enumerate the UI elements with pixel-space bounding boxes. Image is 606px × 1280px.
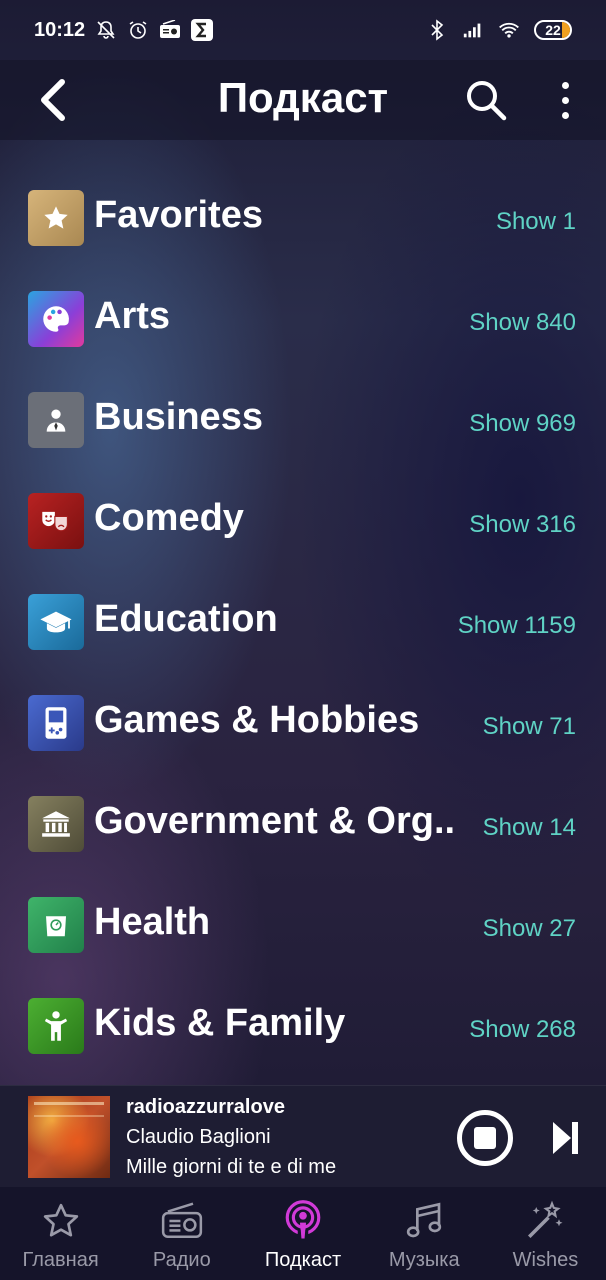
- more-dot-icon: [561, 111, 569, 119]
- category-label: Business: [94, 396, 263, 438]
- category-row-games-hobbies[interactable]: Games & Hobbies Show 71: [0, 675, 606, 776]
- category-count: Show 1: [495, 208, 576, 235]
- bluetooth-icon: [426, 19, 448, 41]
- stop-button[interactable]: [457, 1110, 513, 1166]
- category-row-comedy[interactable]: Comedy Show 316: [0, 473, 606, 574]
- radio-icon: [160, 1199, 204, 1243]
- nav-label: Музыка: [388, 1249, 460, 1271]
- battery-level: 22: [545, 22, 561, 38]
- top-app-bar: Подкаст: [0, 60, 606, 140]
- category-label: Kids & Family: [94, 1002, 346, 1044]
- nav-item-podcast[interactable]: Подкаст: [242, 1187, 363, 1280]
- page-title: Подкаст: [217, 74, 389, 121]
- nav-item-music[interactable]: Музыка: [364, 1187, 485, 1280]
- signal-icon: [462, 19, 484, 41]
- player-track: Mille giorni di te e di me: [126, 1156, 337, 1178]
- search-button[interactable]: [460, 70, 512, 130]
- nav-item-home[interactable]: Главная: [0, 1187, 121, 1280]
- nav-item-wishes[interactable]: Wishes: [485, 1187, 606, 1280]
- album-art: [28, 1096, 110, 1178]
- skip-next-icon: [553, 1122, 578, 1154]
- category-row-education[interactable]: Education Show 1159: [0, 574, 606, 675]
- wifi-icon: [498, 19, 520, 41]
- category-label: Education: [94, 598, 278, 640]
- bottom-navigation: Главная Радио Подкаст Музыка Wishes: [0, 1187, 606, 1280]
- category-count: Show 840: [469, 309, 576, 336]
- category-row-kids-family[interactable]: Kids & Family Show 268: [0, 978, 606, 1079]
- category-label: Favorites: [94, 194, 263, 236]
- more-dot-icon: [561, 81, 569, 89]
- mini-player[interactable]: radioazzurralove Claudio Baglioni Mille …: [0, 1085, 606, 1187]
- category-label: Comedy: [94, 497, 244, 539]
- player-artist: Claudio Baglioni: [126, 1126, 271, 1148]
- category-row-health[interactable]: Health Show 27: [0, 877, 606, 978]
- magic-wand-icon: [523, 1199, 567, 1243]
- category-row-business[interactable]: Business Show 969: [0, 372, 606, 473]
- more-dot-icon: [561, 96, 569, 104]
- chevron-left-icon: [41, 79, 65, 121]
- businessman-icon: [28, 392, 84, 448]
- category-row-favorites[interactable]: Favorites Show 1: [0, 170, 606, 271]
- category-label: Games & Hobbies: [94, 699, 420, 741]
- category-count: Show 14: [482, 814, 576, 841]
- battery-indicator: 22: [534, 20, 572, 40]
- category-label: Arts: [94, 295, 171, 337]
- sigma-app-icon: [191, 19, 214, 41]
- palette-icon: [28, 291, 84, 347]
- player-station: radioazzurralove: [126, 1096, 285, 1118]
- skip-next-button[interactable]: [548, 1116, 584, 1160]
- nav-label: Главная: [22, 1249, 99, 1271]
- status-time: 10:12: [34, 18, 86, 41]
- nav-label: Радио: [152, 1249, 211, 1271]
- category-label: Government & Org..: [94, 800, 456, 842]
- nav-label: Wishes: [512, 1249, 579, 1271]
- category-label: Health: [94, 901, 211, 943]
- category-row-government[interactable]: Government & Org.. Show 14: [0, 776, 606, 877]
- star-icon: [28, 190, 84, 246]
- radio-status-icon: [159, 19, 181, 41]
- status-bar: 10:12 22: [0, 0, 606, 60]
- alarm-icon: [127, 19, 149, 41]
- search-icon: [467, 81, 507, 121]
- category-count: Show 1159: [457, 612, 576, 639]
- nav-label: Подкаст: [264, 1249, 342, 1271]
- podcast-icon: [281, 1199, 325, 1243]
- nav-item-radio[interactable]: Радио: [121, 1187, 242, 1280]
- back-button[interactable]: [28, 72, 78, 128]
- graduation-cap-icon: [28, 594, 84, 650]
- handheld-game-icon: [28, 695, 84, 751]
- category-row-arts[interactable]: Arts Show 840: [0, 271, 606, 372]
- star-outline-icon: [39, 1199, 83, 1243]
- category-count: Show 268: [469, 1016, 576, 1043]
- more-options-button[interactable]: [545, 70, 585, 130]
- category-count: Show 969: [469, 410, 576, 437]
- category-count: Show 316: [469, 511, 576, 538]
- health-scale-icon: [28, 897, 84, 953]
- music-note-icon: [402, 1199, 446, 1243]
- theater-masks-icon: [28, 493, 84, 549]
- notifications-muted-icon: [95, 19, 117, 41]
- category-count: Show 71: [482, 713, 576, 740]
- government-building-icon: [28, 796, 84, 852]
- child-icon: [28, 998, 84, 1054]
- stop-icon: [474, 1127, 496, 1149]
- category-count: Show 27: [482, 915, 576, 942]
